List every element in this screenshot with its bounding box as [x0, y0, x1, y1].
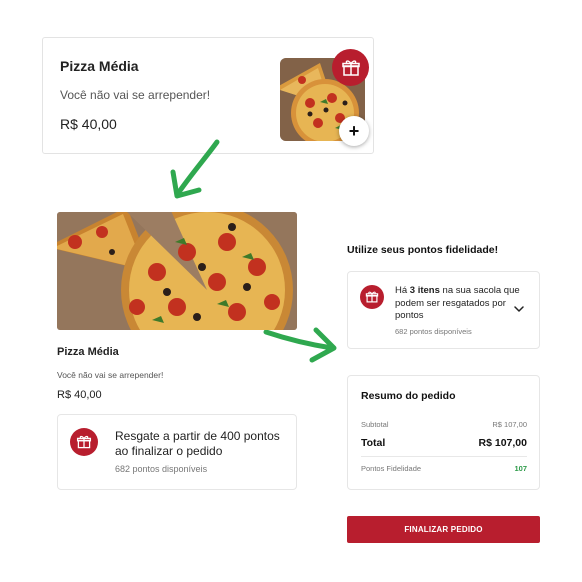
gift-badge [332, 49, 369, 86]
subtotal-label: Subtotal [361, 420, 389, 429]
loyalty-points-label: Pontos Fidelidade [361, 464, 422, 473]
plus-icon: + [348, 121, 360, 141]
green-arrow-icon [170, 139, 220, 199]
product-card-description: Você não vai se arrepender! [60, 88, 211, 102]
add-to-cart-button[interactable]: + [339, 116, 369, 146]
points-available: 682 pontos disponíveis [115, 464, 208, 474]
product-price: R$ 40,00 [57, 389, 102, 401]
loyalty-heading: Utilize seus pontos fidelidade! [347, 244, 499, 256]
loyalty-item-count: 3 itens [409, 285, 440, 296]
subtotal-row: Subtotal R$ 107,00 [361, 420, 527, 429]
pizza-image [57, 212, 297, 330]
chevron-down-icon[interactable] [514, 306, 524, 313]
gift-badge [70, 428, 98, 456]
subtotal-value: R$ 107,00 [492, 420, 527, 429]
gift-icon [76, 435, 92, 449]
redeem-text: Resgate a partir de 400 pontos ao finali… [115, 429, 280, 458]
gift-icon [365, 291, 379, 303]
gift-icon [341, 59, 360, 76]
gift-badge [360, 285, 384, 309]
total-value: R$ 107,00 [478, 437, 527, 449]
loyalty-text: Há 3 itens na sua sacola que podem ser r… [395, 285, 520, 323]
points-available: 682 pontos disponíveis [395, 327, 472, 336]
product-description: Você não vai se arrepender! [57, 370, 164, 380]
summary-divider [361, 456, 527, 457]
loyalty-card[interactable]: Há 3 itens na sua sacola que podem ser r… [347, 271, 540, 349]
total-row: Total R$ 107,00 [361, 437, 527, 449]
checkout-button[interactable]: FINALIZAR PEDIDO [347, 516, 540, 543]
total-label: Total [361, 437, 386, 449]
redeem-points-card: Resgate a partir de 400 pontos ao finali… [57, 414, 297, 490]
product-card-price: R$ 40,00 [60, 116, 117, 132]
loyalty-points-value: 107 [514, 464, 527, 473]
product-title: Pizza Média [57, 346, 119, 358]
order-summary: Resumo do pedido Subtotal R$ 107,00 Tota… [347, 375, 540, 490]
product-card[interactable]: Pizza Média Você não vai se arrepender! … [42, 37, 374, 154]
loyalty-points-row: Pontos Fidelidade 107 [361, 464, 527, 473]
loyalty-text-prefix: Há [395, 285, 410, 296]
order-summary-heading: Resumo do pedido [361, 390, 456, 402]
product-card-title: Pizza Média [60, 58, 139, 74]
